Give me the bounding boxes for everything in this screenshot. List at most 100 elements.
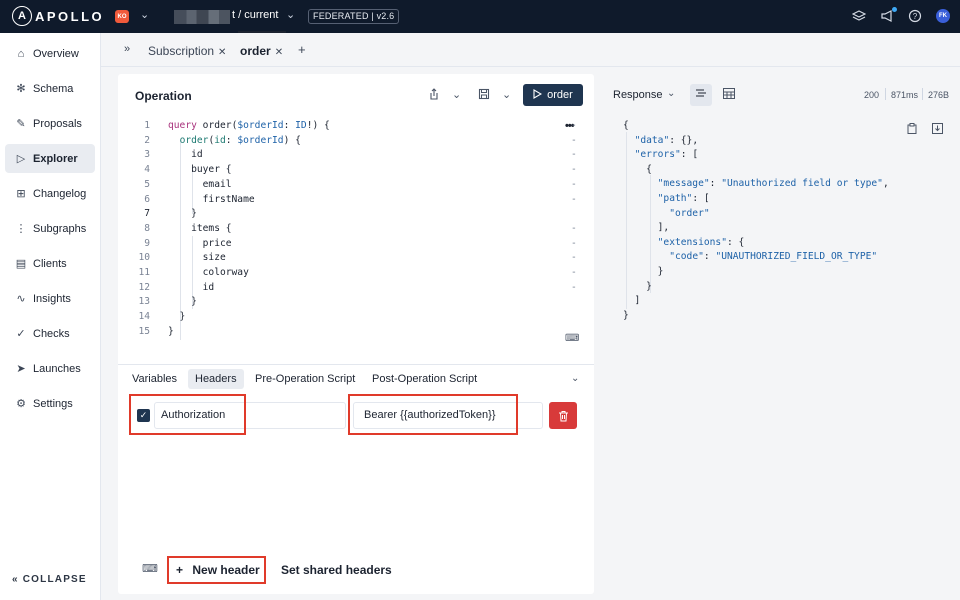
sidebar-item-clients[interactable]: ▤ Clients: [5, 249, 95, 278]
code-line: 8 items {-: [144, 222, 577, 234]
save-icon[interactable]: [478, 88, 490, 103]
close-icon[interactable]: ✕: [275, 47, 283, 58]
response-size: 276B: [928, 90, 950, 100]
sidebar-item-label: Schema: [33, 82, 74, 95]
sidebar-item-settings[interactable]: ⚙ Settings: [5, 389, 95, 418]
active-tab-indicator: [238, 31, 286, 33]
apollo-logo[interactable]: A APOLLO: [12, 6, 104, 26]
sidebar-item-checks[interactable]: ✓ Checks: [5, 319, 95, 348]
sidebar-item-schema[interactable]: ✻ Schema: [5, 74, 95, 103]
json-line: "data": {},: [634, 134, 699, 146]
expand-collections-icon[interactable]: »: [124, 43, 130, 55]
sidebar-item-proposals[interactable]: ✎ Proposals: [5, 109, 95, 138]
tab-variables[interactable]: Variables: [132, 373, 177, 385]
code-line: 15}: [138, 325, 174, 337]
home-icon: ⌂: [17, 47, 25, 60]
divider: [922, 88, 923, 100]
keyboard-shortcuts-icon[interactable]: ⌨: [565, 333, 579, 344]
table-view-icon[interactable]: [723, 88, 735, 102]
sidebar-item-label: Explorer: [33, 152, 78, 165]
logo-text: APOLLO: [35, 8, 105, 24]
set-shared-headers-button[interactable]: Set shared headers: [281, 563, 392, 577]
add-tab-icon[interactable]: +: [298, 42, 306, 57]
json-line: {: [623, 120, 629, 131]
code-line: 11 colorway -: [138, 267, 577, 278]
sidebar: ⌂ Overview ✻ Schema ✎ Proposals ▷ Explor…: [0, 33, 101, 600]
checks-icon: ✓: [16, 328, 26, 340]
layers-icon[interactable]: [851, 9, 867, 23]
new-header-button[interactable]: + New header: [176, 563, 260, 577]
code-line: 13 }: [138, 296, 197, 308]
launches-icon: ➤: [16, 363, 26, 375]
code-line: 6 firstName -: [144, 193, 577, 205]
tab-headers[interactable]: Headers: [188, 369, 244, 389]
tab-subscription[interactable]: Subscription ✕: [148, 44, 226, 58]
org-chevron-down-icon[interactable]: ⌄: [140, 8, 149, 21]
collapse-panel-chevron-icon[interactable]: ⌄: [571, 373, 579, 384]
sidebar-item-launches[interactable]: ➤ Launches: [5, 354, 95, 383]
response-time: 871ms: [891, 90, 919, 100]
sidebar-item-label: Overview: [33, 47, 79, 60]
notification-dot: [892, 7, 897, 12]
tab-order[interactable]: order ✕: [240, 44, 283, 58]
share-icon[interactable]: [428, 88, 440, 103]
help-icon[interactable]: ?: [908, 9, 922, 23]
close-icon[interactable]: ✕: [218, 47, 226, 58]
tab-pre-operation-script[interactable]: Pre-Operation Script: [255, 373, 355, 385]
response-status: 200: [864, 90, 880, 100]
operation-title: Operation: [135, 89, 192, 103]
code-line: 7 }: [144, 208, 197, 220]
share-chevron-down-icon[interactable]: ⌄: [452, 88, 461, 101]
sidebar-item-explorer[interactable]: ▷ Explorer: [5, 144, 95, 173]
redacted-graph-name: [174, 10, 230, 24]
collapse-button[interactable]: « COLLAPSE: [12, 574, 87, 585]
download-icon[interactable]: [932, 123, 943, 137]
json-line: ]: [623, 295, 641, 307]
subgraphs-icon: ⋮: [15, 223, 27, 235]
json-view-toggle[interactable]: [690, 84, 712, 106]
sidebar-item-changelog[interactable]: ⊞ Changelog: [5, 179, 95, 208]
response-chevron-down-icon[interactable]: ⌄: [667, 88, 675, 99]
json-line: "message": "Unauthorized field or type",: [657, 178, 889, 190]
header-key-input[interactable]: Authorization: [154, 402, 346, 429]
sidebar-item-insights[interactable]: ∿ Insights: [5, 284, 95, 313]
response-view-selector[interactable]: Response: [613, 89, 663, 101]
tab-post-operation-script[interactable]: Post-Operation Script: [372, 373, 477, 385]
code-line: 9 price -: [144, 237, 577, 249]
tag-icon[interactable]: ⌨: [142, 562, 158, 575]
json-line: "path": [: [657, 193, 710, 204]
json-line: }: [623, 280, 652, 292]
sidebar-item-label: Insights: [33, 292, 71, 305]
tab-label: Subscription: [148, 44, 215, 58]
run-operation-button[interactable]: order: [523, 84, 583, 106]
header-value-input[interactable]: Bearer {{authorizedToken}}: [353, 402, 543, 429]
code-line: 3 id -: [144, 149, 577, 161]
delete-header-button[interactable]: [549, 402, 577, 429]
sidebar-item-overview[interactable]: ⌂ Overview: [5, 39, 95, 68]
trash-icon: [558, 410, 568, 421]
list-icon: [696, 89, 706, 97]
copy-icon[interactable]: [907, 123, 917, 137]
proposals-icon: ✎: [16, 118, 26, 130]
tab-label: order: [240, 44, 271, 58]
header-enabled-checkbox[interactable]: ✓: [137, 409, 150, 422]
graph-variant-label[interactable]: t / current: [232, 9, 278, 21]
settings-icon: ⚙: [16, 398, 26, 410]
user-avatar[interactable]: FK: [936, 9, 950, 23]
sidebar-item-label: Changelog: [33, 187, 87, 200]
graph-chevron-down-icon[interactable]: ⌄: [286, 8, 295, 21]
json-line: }: [623, 266, 664, 277]
clients-icon: ▤: [15, 258, 27, 270]
code-line: 12 id -: [138, 281, 577, 293]
sidebar-item-subgraphs[interactable]: ⋮ Subgraphs: [5, 214, 95, 243]
json-line: "extensions": {: [657, 236, 745, 248]
code-line: 14 }: [138, 311, 186, 323]
top-bar: A APOLLO KO ⌄ t / current ⌄ FEDERATED | …: [0, 0, 960, 33]
sidebar-item-label: Launches: [33, 362, 81, 375]
changelog-icon: ⊞: [16, 188, 26, 200]
panel-divider: [118, 364, 594, 365]
org-badge[interactable]: KO: [115, 10, 129, 23]
save-chevron-down-icon[interactable]: ⌄: [502, 88, 511, 101]
sidebar-item-label: Proposals: [33, 117, 82, 130]
new-header-label: New header: [192, 563, 260, 577]
